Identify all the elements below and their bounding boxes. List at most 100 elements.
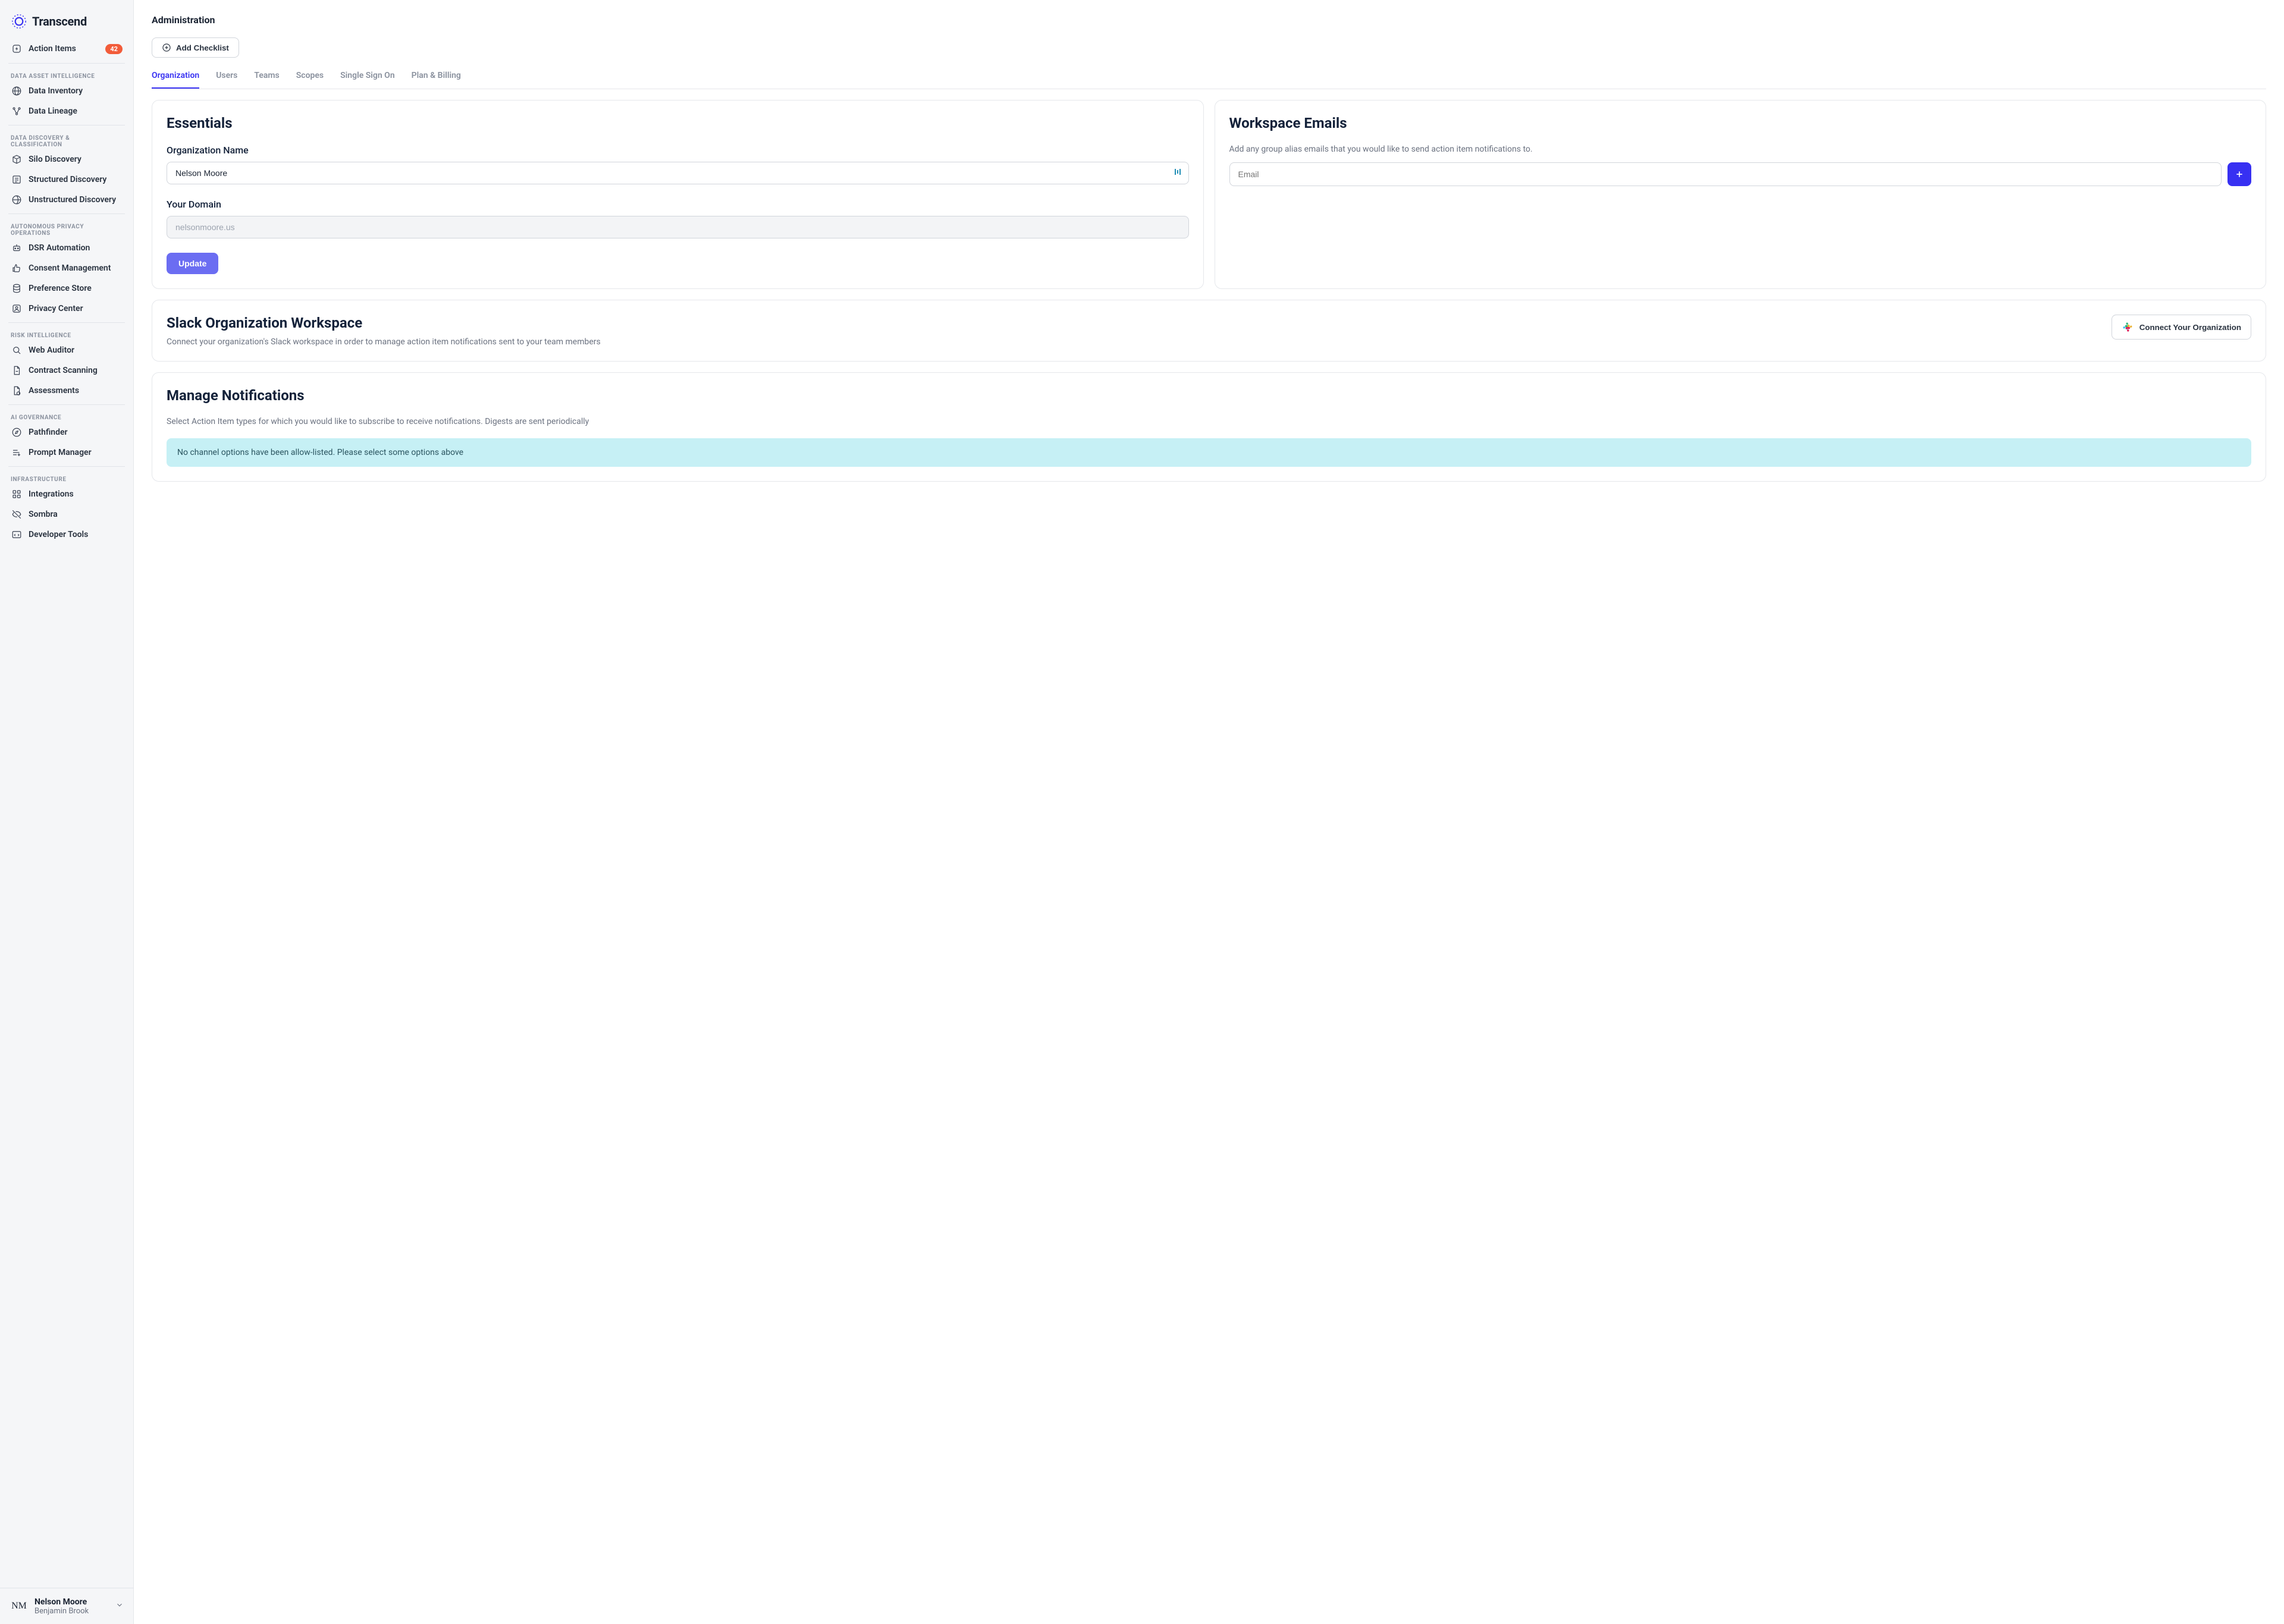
section-label: DATA ASSET INTELLIGENCE [0,67,133,81]
nav-item-label: Data Lineage [29,106,77,116]
lineage-icon [11,105,23,117]
sidebar-item-developer-tools[interactable]: Developer Tools [0,524,133,545]
tab-plan-billing[interactable]: Plan & Billing [412,71,461,89]
grid-icon [11,488,23,500]
list-icon [11,174,23,186]
divider [8,466,125,467]
essentials-title: Essentials [167,115,1189,131]
chevron-down-icon [115,1601,124,1612]
nav-item-label: Unstructured Discovery [29,195,116,205]
org-name-label: Organization Name [167,145,1189,156]
logo[interactable]: Transcend [0,8,133,38]
nav-item-label: Structured Discovery [29,175,106,184]
tab-scopes[interactable]: Scopes [296,71,324,89]
sidebar-item-sombra[interactable]: Sombra [0,504,133,524]
notifications-title: Manage Notifications [167,387,2251,404]
code-icon [11,529,23,541]
divider [8,63,125,64]
slack-desc: Connect your organization's Slack worksp… [167,337,601,347]
nav-item-label: DSR Automation [29,243,90,253]
nav-item-label: Contract Scanning [29,366,98,375]
main-content: Administration Add Checklist Organizatio… [134,0,2284,1624]
nav-item-label: Pathfinder [29,428,68,437]
sidebar-item-action-items[interactable]: Action Items 42 [0,38,133,59]
nav-item-label: Integrations [29,489,74,499]
slack-card: Slack Organization Workspace Connect you… [152,300,2266,362]
db-icon [11,282,23,294]
domain-label: Your Domain [167,199,1189,210]
workspace-emails-card: Workspace Emails Add any group alias ema… [1215,100,2267,289]
sidebar-item-integrations[interactable]: Integrations [0,484,133,504]
update-button[interactable]: Update [167,253,218,274]
sidebar: Transcend Action Items 42 DATA ASSET INT… [0,0,134,1624]
sidebar-item-consent-management[interactable]: Consent Management [0,258,133,278]
sidebar-item-dsr-automation[interactable]: DSR Automation [0,238,133,258]
plus-icon [2235,169,2244,179]
nav-item-label: Developer Tools [29,530,88,539]
connect-slack-button[interactable]: Connect Your Organization [2112,315,2251,340]
nav-item-label: Prompt Manager [29,448,92,457]
org-name-input[interactable] [167,162,1189,184]
nav-item-label: Web Auditor [29,345,74,355]
lightning-icon [11,43,23,55]
globe-icon [11,85,23,97]
user-menu[interactable]: NM Nelson Moore Benjamin Brook [0,1588,133,1624]
cube-icon [11,153,23,165]
add-checklist-button[interactable]: Add Checklist [152,37,239,58]
tab-organization[interactable]: Organization [152,71,199,89]
add-checklist-label: Add Checklist [176,43,229,52]
sidebar-item-privacy-center[interactable]: Privacy Center [0,299,133,319]
sidebar-item-pathfinder[interactable]: Pathfinder [0,422,133,442]
tab-teams[interactable]: Teams [254,71,279,89]
domain-input [167,216,1189,238]
divider [8,213,125,214]
workspace-email-input[interactable] [1229,162,2222,186]
slack-title: Slack Organization Workspace [167,315,601,331]
globe-scan-icon [11,194,23,206]
eye-off-icon [11,508,23,520]
section-label: AUTONOMOUS PRIVACY OPERATIONS [0,218,133,238]
workspace-emails-desc: Add any group alias emails that you woul… [1229,145,2252,154]
person-icon [11,303,23,315]
nav-item-label: Consent Management [29,263,111,273]
transcend-logo-icon [11,13,27,30]
action-items-badge: 42 [105,44,123,54]
doc-check-icon [11,385,23,397]
bot-icon [11,242,23,254]
tab-users[interactable]: Users [216,71,237,89]
divider [8,322,125,323]
notifications-banner: No channel options have been allow-liste… [167,438,2251,467]
avatar: NM [10,1597,29,1616]
nav-item-label: Sombra [29,510,58,519]
sidebar-item-unstructured-discovery[interactable]: Unstructured Discovery [0,190,133,210]
sidebar-item-contract-scanning[interactable]: Contract Scanning [0,360,133,381]
nav-item-label: Preference Store [29,284,92,293]
sidebar-item-data-inventory[interactable]: Data Inventory [0,81,133,101]
notifications-card: Manage Notifications Select Action Item … [152,372,2266,482]
password-manager-icon[interactable] [1174,167,1183,179]
doc-scan-icon [11,365,23,376]
section-label: DATA DISCOVERY & CLASSIFICATION [0,129,133,149]
notifications-desc: Select Action Item types for which you w… [167,417,2251,426]
nav-item-label: Data Inventory [29,86,83,96]
divider [8,404,125,405]
sidebar-item-assessments[interactable]: Assessments [0,381,133,401]
add-email-button[interactable] [2227,162,2251,186]
sidebar-item-prompt-manager[interactable]: Prompt Manager [0,442,133,463]
sidebar-item-web-auditor[interactable]: Web Auditor [0,340,133,360]
brand-name: Transcend [32,14,87,29]
nav-item-label: Privacy Center [29,304,83,313]
tab-single-sign-on[interactable]: Single Sign On [340,71,395,89]
slack-icon [2122,321,2134,333]
essentials-card: Essentials Organization Name Your Domain [152,100,1204,289]
tabs: Organization Users Teams Scopes Single Sign … [152,71,2266,89]
sidebar-item-structured-discovery[interactable]: Structured Discovery [0,169,133,190]
page-title: Administration [152,14,2266,26]
sidebar-item-data-lineage[interactable]: Data Lineage [0,101,133,121]
user-name: Nelson Moore [34,1597,109,1607]
nav-item-label: Silo Discovery [29,155,81,164]
prompt-icon [11,447,23,458]
sidebar-item-silo-discovery[interactable]: Silo Discovery [0,149,133,169]
sidebar-item-preference-store[interactable]: Preference Store [0,278,133,299]
search-icon [11,344,23,356]
